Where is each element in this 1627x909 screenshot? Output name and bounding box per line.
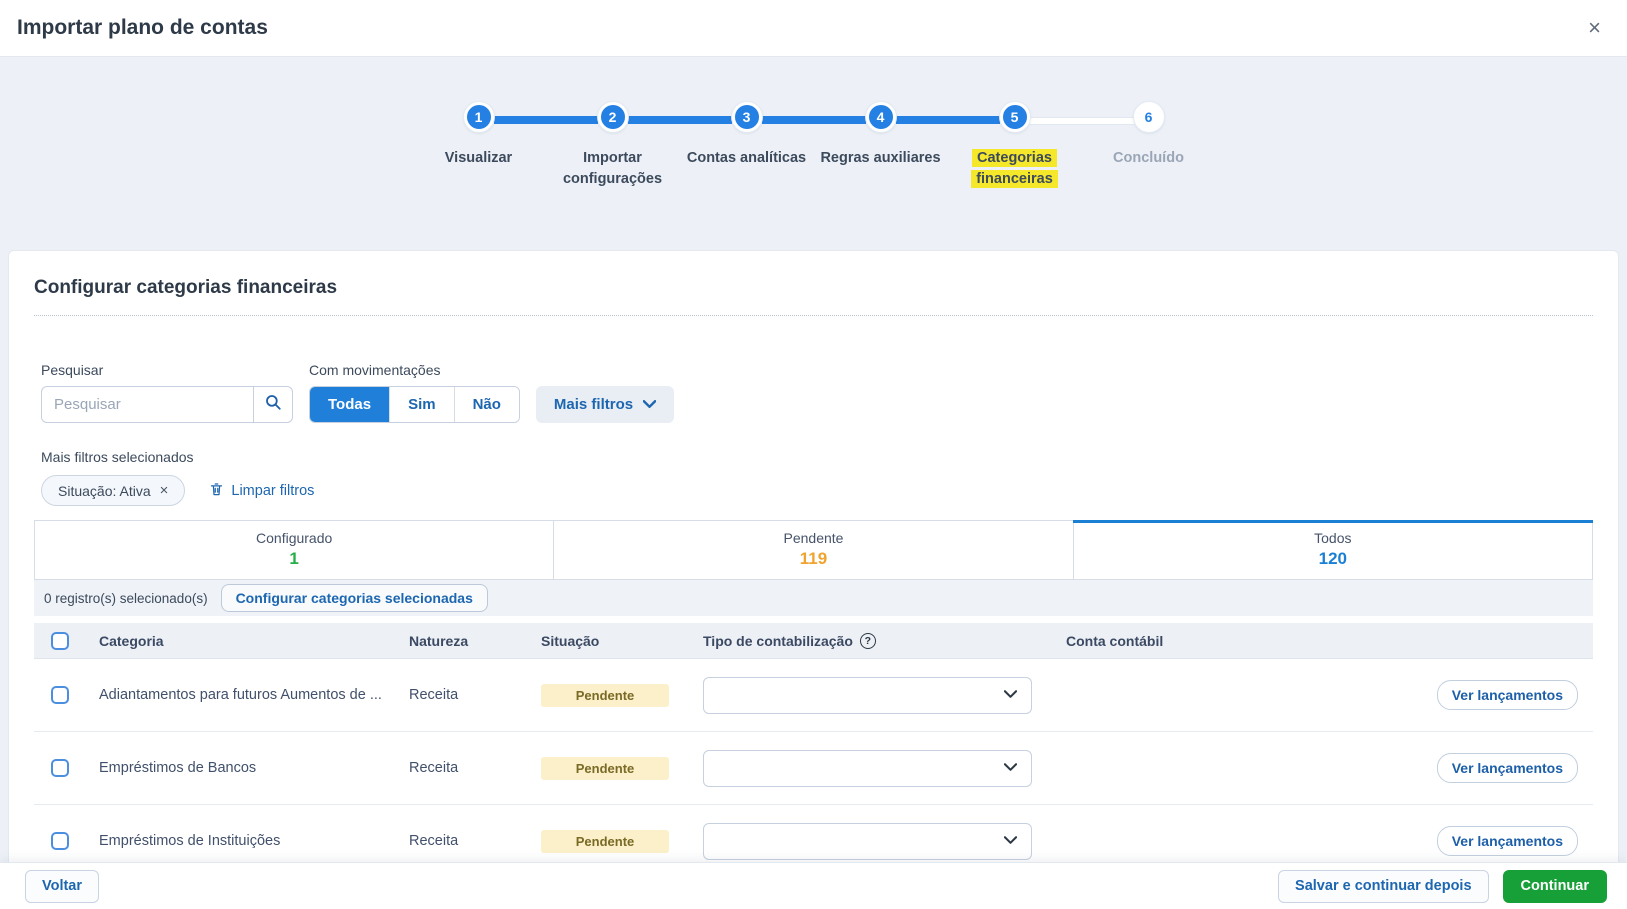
trash-icon — [209, 481, 224, 501]
col-header-conta: Conta contábil — [1066, 632, 1164, 649]
table-row: Empréstimos de Bancos Receita Pendente V… — [34, 732, 1593, 805]
ver-lancamentos-button[interactable]: Ver lançamentos — [1436, 680, 1578, 710]
col-header-tipo: Tipo de contabilização — [703, 632, 853, 649]
tab-pendente[interactable]: Pendente 119 — [554, 521, 1074, 579]
selection-strip: 0 registro(s) selecionado(s) Configurar … — [34, 580, 1593, 616]
step-1-circle[interactable]: 1 — [463, 102, 494, 132]
selection-summary: 0 registro(s) selecionado(s) — [44, 590, 208, 606]
step-3-label: Contas analíticas — [686, 150, 807, 166]
row-checkbox[interactable] — [51, 686, 69, 704]
continue-button[interactable]: Continuar — [1502, 869, 1607, 903]
section-title: Configurar categorias financeiras — [34, 277, 338, 298]
search-label: Pesquisar — [41, 362, 104, 378]
select-all-checkbox[interactable] — [51, 631, 69, 650]
more-filters-button[interactable]: Mais filtros — [535, 386, 675, 423]
tipo-contabilizacao-select[interactable] — [703, 749, 1032, 787]
ver-lancamentos-button[interactable]: Ver lançamentos — [1436, 753, 1578, 783]
search-filter: Pesquisar — [41, 362, 293, 423]
segment-sim[interactable]: Sim — [389, 387, 454, 422]
filter-chip-label: Situação: Ativa — [58, 482, 151, 499]
row-checkbox[interactable] — [51, 759, 69, 777]
search-input[interactable] — [41, 386, 253, 423]
step-6-label: Concluído — [1113, 150, 1184, 166]
tab-configurado-count: 1 — [289, 549, 299, 568]
step-concluido: 6 Concluído — [1029, 102, 1216, 190]
tab-configurado[interactable]: Configurado 1 — [35, 521, 555, 579]
main-card: Configurar categorias financeiras Pesqui… — [8, 250, 1619, 909]
movements-filter: Com movimentações Todas Sim Não — [309, 362, 520, 423]
step-categorias-financeiras: 5 Categorias financeiras — [895, 102, 1082, 190]
table-header: Categoria Natureza Situação Tipo de cont… — [34, 623, 1593, 659]
selected-filters-label: Mais filtros selecionados — [41, 449, 194, 465]
select-chevron-icon — [1003, 687, 1018, 703]
selected-filters-section: Mais filtros selecionados Situação: Ativ… — [41, 449, 1593, 506]
tipo-contabilizacao-select[interactable] — [703, 822, 1032, 860]
col-header-natureza: Natureza — [409, 632, 469, 649]
cell-natureza: Receita — [409, 760, 459, 776]
modal-header: Importar plano de contas × — [0, 0, 1627, 57]
more-filters-wrap: Mais filtros — [535, 386, 675, 423]
col-header-situacao: Situação — [541, 632, 600, 649]
chevron-down-icon — [642, 396, 657, 413]
close-icon[interactable]: × — [1588, 17, 1601, 39]
step-4-label: Regras auxiliares — [820, 150, 941, 166]
status-badge: Pendente — [541, 683, 669, 707]
step-2-label: Importar configurações — [562, 150, 663, 187]
status-badge: Pendente — [541, 829, 669, 853]
step-5-circle[interactable]: 5 — [999, 102, 1030, 132]
tab-todos-label: Todos — [1314, 530, 1352, 546]
col-header-categoria: Categoria — [99, 632, 164, 649]
filters-bar: Pesquisar Com movimentações Todas — [41, 362, 1593, 423]
tab-pendente-label: Pendente — [783, 530, 844, 546]
status-tabs: Configurado 1 Pendente 119 Todos 120 — [34, 520, 1594, 580]
step-4-circle[interactable]: 4 — [865, 102, 896, 132]
status-badge: Pendente — [541, 756, 669, 780]
save-continue-later-button[interactable]: Salvar e continuar depois — [1278, 869, 1489, 903]
table-row: Adiantamentos para futuros Aumentos de .… — [34, 659, 1593, 732]
row-checkbox[interactable] — [51, 832, 69, 850]
step-3-circle[interactable]: 3 — [731, 102, 762, 132]
tab-pendente-count: 119 — [799, 549, 828, 568]
tab-todos-count: 120 — [1318, 549, 1347, 568]
step-2-circle[interactable]: 2 — [597, 102, 628, 132]
configure-selected-button[interactable]: Configurar categorias selecionadas — [220, 584, 488, 612]
cell-categoria: Adiantamentos para futuros Aumentos de .… — [99, 687, 382, 703]
back-button[interactable]: Voltar — [25, 869, 100, 903]
clear-filters-link[interactable]: Limpar filtros — [209, 481, 314, 501]
chip-close-icon[interactable]: × — [160, 482, 169, 499]
more-filters-label: Mais filtros — [553, 396, 634, 413]
select-chevron-icon — [1003, 833, 1018, 849]
segment-todas[interactable]: Todas — [310, 387, 390, 422]
ver-lancamentos-button[interactable]: Ver lançamentos — [1436, 826, 1578, 856]
help-icon[interactable]: ? — [859, 632, 876, 649]
footer-bar: Voltar Salvar e continuar depois Continu… — [0, 862, 1627, 909]
dotted-separator — [34, 315, 1593, 316]
clear-filters-label: Limpar filtros — [231, 482, 315, 499]
cell-natureza: Receita — [409, 687, 459, 703]
step-6-circle[interactable]: 6 — [1133, 102, 1164, 132]
step-5-label: Categorias financeiras — [960, 148, 1070, 190]
movements-segmented-control: Todas Sim Não — [309, 386, 520, 423]
segment-nao[interactable]: Não — [453, 387, 519, 422]
movements-label: Com movimentações — [309, 362, 441, 378]
cell-natureza: Receita — [409, 833, 459, 849]
tab-configurado-label: Configurado — [256, 530, 333, 546]
search-button[interactable] — [253, 386, 293, 423]
search-icon — [264, 393, 282, 416]
filter-chip-situacao-ativa[interactable]: Situação: Ativa × — [41, 475, 186, 506]
wizard-stepper: 1 Visualizar 2 Importar configurações 3 … — [0, 57, 1627, 250]
step-1-label: Visualizar — [444, 150, 513, 166]
cell-categoria: Empréstimos de Instituições — [99, 833, 281, 849]
cell-categoria: Empréstimos de Bancos — [99, 760, 257, 776]
tipo-contabilizacao-select[interactable] — [703, 676, 1032, 714]
select-chevron-icon — [1003, 760, 1018, 776]
page-title: Importar plano de contas — [17, 16, 268, 39]
tab-todos[interactable]: Todos 120 — [1072, 520, 1594, 579]
